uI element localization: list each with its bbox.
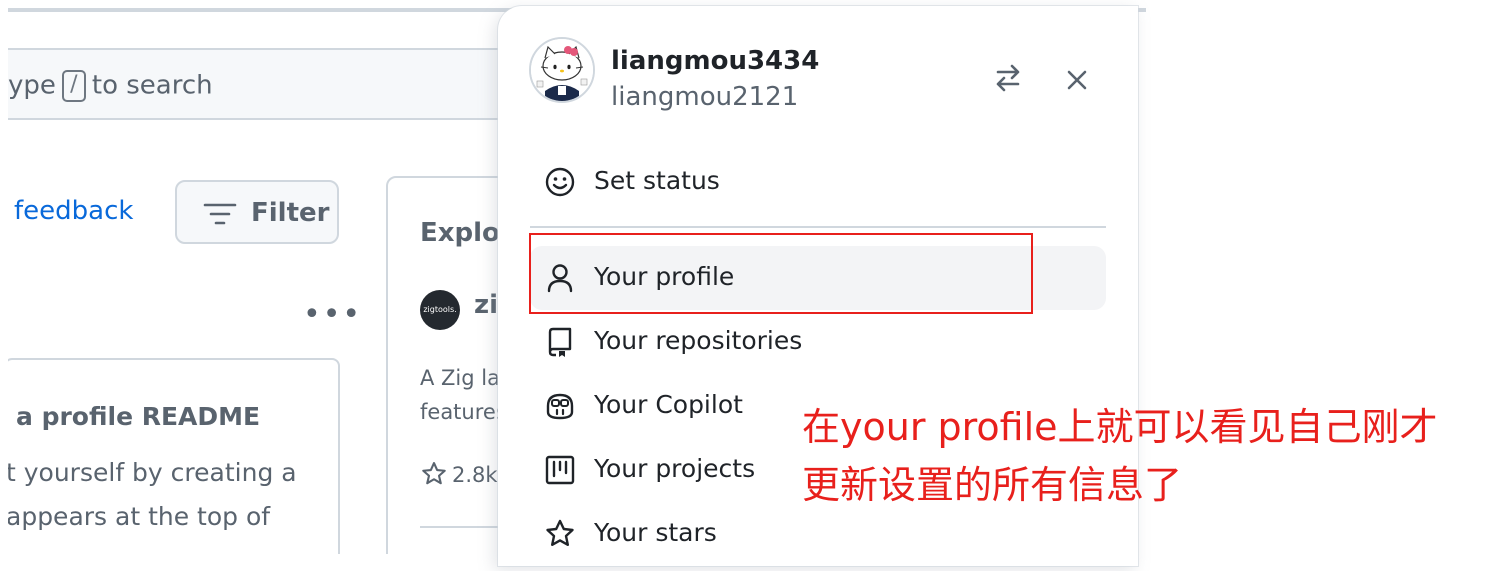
repo-description-line: features (420, 400, 507, 424)
kebab-horizontal-icon[interactable]: ••• (303, 297, 362, 332)
user-handle: liangmou2121 (611, 82, 799, 112)
switch-account-button[interactable] (990, 60, 1026, 96)
menu-item-label: Set status (594, 166, 720, 195)
feedback-link[interactable]: feedback (14, 196, 133, 226)
repo-icon (548, 327, 572, 357)
highlight-annotation-box (529, 233, 1033, 314)
annotation-text: 在your profile上就可以看见自己刚才更新设置的所有信息了 (802, 405, 1438, 507)
x-icon (1067, 70, 1087, 90)
slash-key-hint: / (61, 70, 86, 102)
repo-stars-count: 2.8k (452, 463, 498, 487)
hello-kitty-avatar-icon (531, 39, 593, 101)
copilot-icon (546, 393, 574, 420)
profile-readme-card: a profile README t yourself by creating … (8, 358, 340, 554)
menu-item-label: Your projects (594, 454, 756, 483)
repo-description-line: A Zig lar (420, 366, 509, 390)
readme-card-title: a profile README (16, 402, 261, 431)
smiley-icon (545, 167, 575, 197)
search-placeholder: ype / to search (8, 70, 213, 102)
avatar[interactable] (529, 37, 595, 103)
username: liangmou3434 (611, 46, 820, 76)
filter-button[interactable]: Filter (175, 180, 339, 244)
search-bar[interactable]: ype / to search (8, 48, 548, 120)
menu-item-set-status[interactable]: Set status (530, 150, 1106, 214)
arrow-switch-icon (996, 64, 1020, 92)
repo-owner-avatar[interactable]: zigtools. (420, 290, 460, 330)
star-icon (422, 461, 446, 485)
menu-item-label: Your repositories (594, 326, 803, 355)
star-icon (546, 519, 574, 546)
menu-divider (530, 226, 1106, 228)
repo-stars[interactable]: 2.8k (420, 460, 498, 488)
readme-card-line: t yourself by creating a (8, 458, 297, 487)
menu-item-label: Your Copilot (594, 390, 743, 419)
filter-label: Filter (251, 198, 330, 228)
filter-icon (203, 203, 237, 225)
close-menu-button[interactable] (1059, 62, 1095, 98)
menu-item-your-repositories[interactable]: Your repositories (530, 310, 1106, 374)
readme-card-line: appears at the top of (8, 502, 271, 531)
project-icon (545, 455, 575, 485)
menu-item-label: Your stars (594, 518, 717, 547)
